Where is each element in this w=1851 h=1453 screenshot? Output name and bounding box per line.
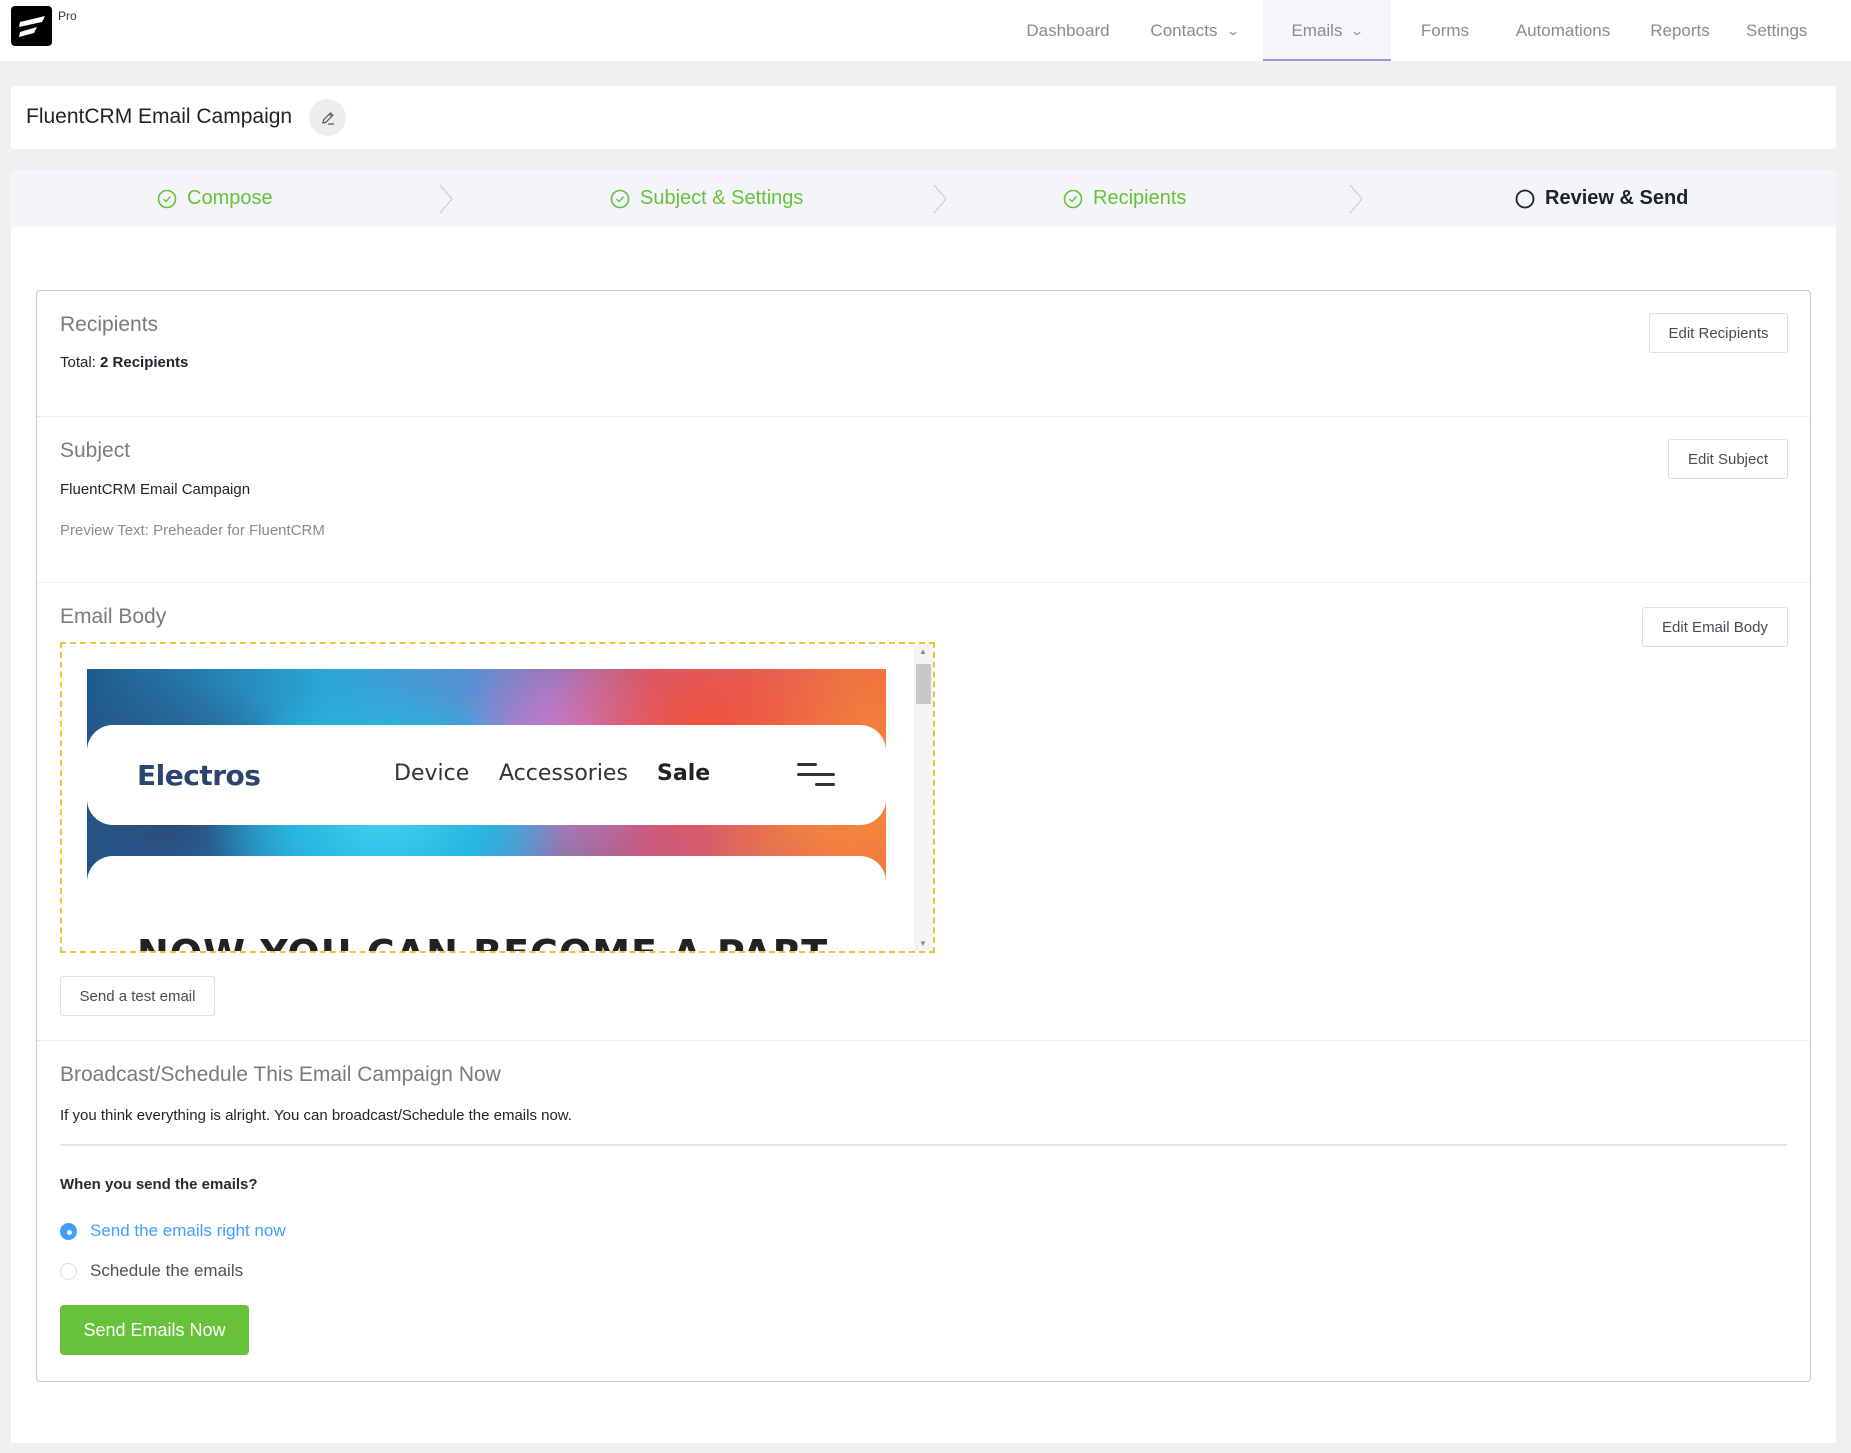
- logo-mark-icon: [19, 16, 45, 37]
- radio-label: Schedule the emails: [90, 1261, 244, 1280]
- nav-label: Automations: [1515, 20, 1611, 40]
- nav-emails[interactable]: Emails ⌄: [1263, 0, 1391, 61]
- check-circle-icon: [610, 189, 630, 209]
- recipients-total: Total: 2 Recipients: [60, 354, 188, 371]
- radio-label: Send the emails right now: [90, 1221, 286, 1240]
- send-time-question: When you send the emails?: [60, 1176, 258, 1193]
- total-value: 2 Recipients: [100, 354, 189, 371]
- scroll-down-arrow-icon[interactable]: ▼: [919, 939, 927, 948]
- edit-recipients-button[interactable]: Edit Recipients: [1649, 313, 1788, 353]
- review-content: Recipients Total: 2 Recipients Edit Reci…: [11, 227, 1836, 1443]
- chevron-right-icon: [933, 184, 947, 214]
- campaign-stepper: Compose Subject & Settings Recipients Re…: [11, 170, 1836, 227]
- step-label: Compose: [187, 187, 273, 209]
- nav-dashboard[interactable]: Dashboard: [1011, 0, 1125, 61]
- subject-value: FluentCRM Email Campaign: [60, 481, 251, 498]
- radio-send-now[interactable]: Send the emails right now: [60, 1221, 286, 1241]
- nav-forms[interactable]: Forms: [1391, 0, 1499, 61]
- nav-label: Dashboard: [1026, 20, 1110, 40]
- send-emails-now-button[interactable]: Send Emails Now: [60, 1305, 249, 1355]
- nav-reports[interactable]: Reports: [1627, 0, 1733, 61]
- chevron-right-icon: [439, 184, 453, 214]
- subject-title: Subject: [60, 439, 131, 462]
- chevron-right-icon: [1349, 184, 1363, 214]
- edit-title-button[interactable]: [309, 99, 346, 136]
- hamburger-menu-icon[interactable]: [797, 761, 835, 789]
- email-body-title: Email Body: [60, 605, 167, 628]
- nav-contacts[interactable]: Contacts ⌄: [1125, 0, 1263, 61]
- broadcast-description: If you think everything is alright. You …: [60, 1107, 572, 1124]
- step-label: Review & Send: [1545, 187, 1689, 209]
- nav-label: Forms: [1420, 20, 1470, 40]
- email-header-nav: Electros Device Accessories Sale: [87, 725, 886, 825]
- radio-unchecked-icon[interactable]: [60, 1262, 77, 1280]
- step-compose[interactable]: Compose: [157, 170, 273, 227]
- recipients-title: Recipients: [60, 313, 159, 336]
- email-brand-logo: Electros: [137, 759, 261, 792]
- subject-section: Subject FluentCRM Email Campaign Preview…: [37, 417, 1810, 583]
- radio-checked-icon[interactable]: [60, 1222, 77, 1240]
- nav-settings[interactable]: Settings: [1733, 0, 1851, 61]
- edit-email-body-button[interactable]: Edit Email Body: [1642, 607, 1788, 647]
- nav-label: Emails: [1291, 20, 1343, 40]
- radio-schedule[interactable]: Schedule the emails: [60, 1261, 243, 1281]
- check-circle-icon: [1063, 189, 1083, 209]
- recipients-section: Recipients Total: 2 Recipients Edit Reci…: [37, 291, 1810, 417]
- campaign-title: FluentCRM Email Campaign: [26, 105, 293, 128]
- total-label: Total:: [60, 354, 96, 371]
- campaign-title-card: FluentCRM Email Campaign: [11, 86, 1836, 149]
- broadcast-section: Broadcast/Schedule This Email Campaign N…: [37, 1041, 1810, 1381]
- step-subject-settings[interactable]: Subject & Settings: [610, 170, 803, 227]
- broadcast-title: Broadcast/Schedule This Email Campaign N…: [60, 1063, 501, 1086]
- step-label: Recipients: [1093, 187, 1187, 209]
- email-preview-frame[interactable]: Electros Device Accessories Sale NOW YOU…: [60, 642, 935, 953]
- email-nav-accessories[interactable]: Accessories: [499, 761, 628, 786]
- step-label: Subject & Settings: [640, 187, 804, 209]
- send-test-email-button[interactable]: Send a test email: [60, 976, 215, 1016]
- nav-label: Contacts: [1150, 20, 1218, 40]
- email-body-section: Email Body Edit Email Body Electros Devi…: [37, 583, 1810, 1041]
- scroll-up-arrow-icon[interactable]: ▲: [919, 647, 927, 656]
- scrollbar-thumb[interactable]: [916, 664, 931, 704]
- divider: [60, 1144, 1787, 1146]
- step-review-send[interactable]: Review & Send: [1515, 170, 1688, 227]
- email-nav-device[interactable]: Device: [394, 761, 469, 786]
- check-circle-icon: [157, 189, 177, 209]
- pencil-icon: [321, 111, 334, 125]
- nav-label: Reports: [1650, 20, 1710, 40]
- chevron-down-icon: ⌄: [1225, 23, 1240, 38]
- chevron-down-icon: ⌄: [1350, 23, 1365, 38]
- email-headline: NOW YOU CAN BECOME A PART: [137, 932, 828, 951]
- circle-icon: [1515, 189, 1535, 209]
- email-nav-sale[interactable]: Sale: [657, 761, 710, 786]
- nav-label: Settings: [1746, 20, 1808, 40]
- pro-badge: Pro: [58, 9, 77, 23]
- main-menu: Dashboard Contacts ⌄ Emails ⌄ Forms Automa…: [1011, 0, 1851, 61]
- preview-scrollbar[interactable]: ▲ ▼: [914, 644, 933, 951]
- step-recipients[interactable]: Recipients: [1063, 170, 1186, 227]
- preview-text: Preview Text: Preheader for FluentCRM: [60, 522, 325, 539]
- fluentcrm-logo[interactable]: [11, 6, 52, 46]
- top-navigation: Pro Dashboard Contacts ⌄ Emails ⌄ Forms Au…: [0, 0, 1851, 61]
- edit-subject-button[interactable]: Edit Subject: [1668, 439, 1788, 479]
- nav-automations[interactable]: Automations: [1499, 0, 1627, 61]
- review-card: Recipients Total: 2 Recipients Edit Reci…: [36, 290, 1811, 1382]
